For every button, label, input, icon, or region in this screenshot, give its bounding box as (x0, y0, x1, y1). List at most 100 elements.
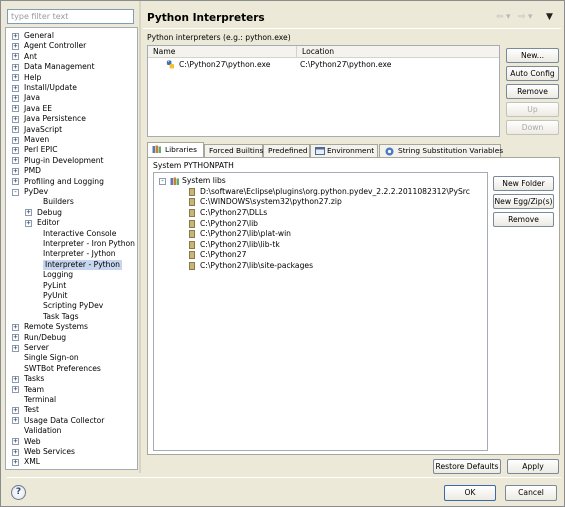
tab-forced-builtins[interactable]: Forced Builtins (204, 144, 263, 157)
tree-item[interactable]: + Server (6, 343, 137, 353)
tree-item[interactable]: + Team (6, 385, 137, 395)
preferences-tree[interactable]: + General + Agent Controller + Ant + Data Manag… (5, 27, 138, 470)
tree-item[interactable]: Single Sign-on (6, 353, 137, 363)
expand-icon[interactable]: + (12, 323, 19, 331)
tree-item[interactable]: Scripting PyDev (6, 301, 137, 311)
apply-button[interactable]: Apply (507, 459, 559, 474)
expand-icon[interactable]: + (12, 146, 19, 154)
tree-item[interactable]: + Plug-in Development (6, 156, 137, 166)
restore-defaults-button[interactable]: Restore Defaults (433, 459, 501, 474)
expand-icon[interactable]: + (12, 63, 19, 71)
up-button[interactable]: Up (506, 102, 559, 117)
table-row[interactable]: C:\Python27\python.exe C:\Python27\pytho… (148, 59, 499, 71)
tree-item[interactable]: + XML (6, 457, 137, 467)
expand-icon[interactable]: + (12, 438, 19, 446)
cancel-button[interactable]: Cancel (505, 485, 557, 501)
tree-item[interactable]: + Java EE (6, 104, 137, 114)
remove-interpreter-button[interactable]: Remove (506, 84, 559, 99)
expand-icon[interactable]: + (25, 219, 32, 227)
tree-item[interactable]: + Editor (6, 218, 137, 228)
tree-item[interactable]: + Usage Data Collector (6, 416, 137, 426)
tree-item[interactable]: + Maven (6, 135, 137, 145)
tree-item[interactable]: + Data Management (6, 62, 137, 72)
tree-item[interactable]: PyUnit (6, 291, 137, 301)
expand-icon[interactable]: + (12, 375, 19, 383)
filter-input[interactable]: type filter text (7, 9, 134, 24)
tree-item[interactable]: + JavaScript (6, 125, 137, 135)
tree-item[interactable]: Validation (6, 426, 137, 436)
panel-splitter[interactable] (139, 1, 141, 473)
expand-icon[interactable]: + (12, 42, 19, 50)
tab-libraries[interactable]: Libraries (147, 142, 204, 157)
tree-item[interactable]: + Tasks (6, 374, 137, 384)
tree-item[interactable]: + Profiling and Logging (6, 177, 137, 187)
new-egg-zip-button[interactable]: New Egg/Zip(s) (493, 194, 554, 209)
expand-icon[interactable]: + (12, 115, 19, 123)
tree-item[interactable]: + Web Services (6, 447, 137, 457)
tree-item[interactable]: + Run/Debug (6, 333, 137, 343)
tree-item[interactable]: + Remote Systems (6, 322, 137, 332)
expand-icon[interactable]: + (12, 136, 19, 144)
column-header-name[interactable]: Name (148, 46, 296, 58)
forward-arrow-icon[interactable]: ⇨ (518, 12, 526, 22)
expand-icon[interactable]: + (12, 178, 19, 186)
expand-icon[interactable]: + (12, 94, 19, 102)
tree-item[interactable]: + Java (6, 93, 137, 103)
tree-item[interactable]: Interpreter - Jython (6, 249, 137, 259)
remove-library-button[interactable]: Remove (493, 212, 554, 227)
new-folder-button[interactable]: New Folder (493, 176, 554, 191)
new-interpreter-button[interactable]: New... (506, 48, 559, 63)
tree-item[interactable]: Builders (6, 197, 137, 207)
tree-item[interactable]: Interpreter - Python (6, 259, 137, 271)
tab-environment[interactable]: Environment (310, 144, 378, 157)
help-icon[interactable]: ? (11, 485, 26, 500)
system-libs-tree[interactable]: - System libs D:\software\Eclipse\plugin… (153, 172, 488, 451)
tree-item[interactable]: + Ant (6, 52, 137, 62)
tree-item[interactable]: Interpreter - Iron Python (6, 239, 137, 249)
tree-item[interactable]: + Install/Update (6, 83, 137, 93)
expand-icon[interactable]: + (12, 167, 19, 175)
tree-item[interactable]: + Debug (6, 208, 137, 218)
expand-icon[interactable]: + (12, 344, 19, 352)
tree-item[interactable]: + Help (6, 73, 137, 83)
expand-icon[interactable]: + (12, 157, 19, 165)
tree-item[interactable]: + Web (6, 437, 137, 447)
expand-icon[interactable]: + (12, 386, 19, 394)
tree-item[interactable]: + Agent Controller (6, 41, 137, 51)
collapse-icon[interactable]: - (159, 177, 166, 185)
collapse-icon[interactable]: - (12, 188, 19, 196)
expand-icon[interactable]: + (12, 74, 19, 82)
expand-icon[interactable]: + (12, 417, 19, 425)
expand-icon[interactable]: + (12, 458, 19, 466)
auto-config-button[interactable]: Auto Config (506, 66, 559, 81)
expand-icon[interactable]: + (12, 126, 19, 134)
tree-item[interactable]: SWTBot Preferences (6, 364, 137, 374)
tree-item[interactable]: + Java Persistence (6, 114, 137, 124)
tree-item[interactable]: Interactive Console (6, 229, 137, 239)
tree-item[interactable]: - PyDev (6, 187, 137, 197)
tree-item[interactable]: PyLint (6, 281, 137, 291)
expand-icon[interactable]: + (25, 209, 32, 217)
expand-icon[interactable]: + (12, 105, 19, 113)
tree-item[interactable]: + Test (6, 405, 137, 415)
chevron-down-icon[interactable]: ▾ (528, 12, 533, 22)
tree-item[interactable]: Task Tags (6, 312, 137, 322)
tree-item[interactable]: + PMD (6, 166, 137, 176)
tree-item[interactable]: Terminal (6, 395, 137, 405)
expand-icon[interactable]: + (12, 406, 19, 414)
down-button[interactable]: Down (506, 120, 559, 135)
tab-predefined[interactable]: Predefined (263, 144, 310, 157)
tree-item[interactable]: Logging (6, 270, 137, 280)
expand-icon[interactable]: + (12, 334, 19, 342)
chevron-down-icon[interactable]: ▾ (506, 12, 511, 22)
ok-button[interactable]: OK (444, 485, 496, 501)
expand-icon[interactable]: + (12, 448, 19, 456)
expand-icon[interactable]: + (12, 32, 19, 40)
expand-icon[interactable]: + (12, 53, 19, 61)
tree-item[interactable]: + General (6, 31, 137, 41)
back-arrow-icon[interactable]: ⇦ (496, 12, 504, 22)
expand-icon[interactable]: + (12, 84, 19, 92)
menu-dropdown-icon[interactable]: ▼ (546, 12, 553, 22)
column-header-location[interactable]: Location (296, 46, 499, 58)
tree-item[interactable]: + Perl EPIC (6, 145, 137, 155)
